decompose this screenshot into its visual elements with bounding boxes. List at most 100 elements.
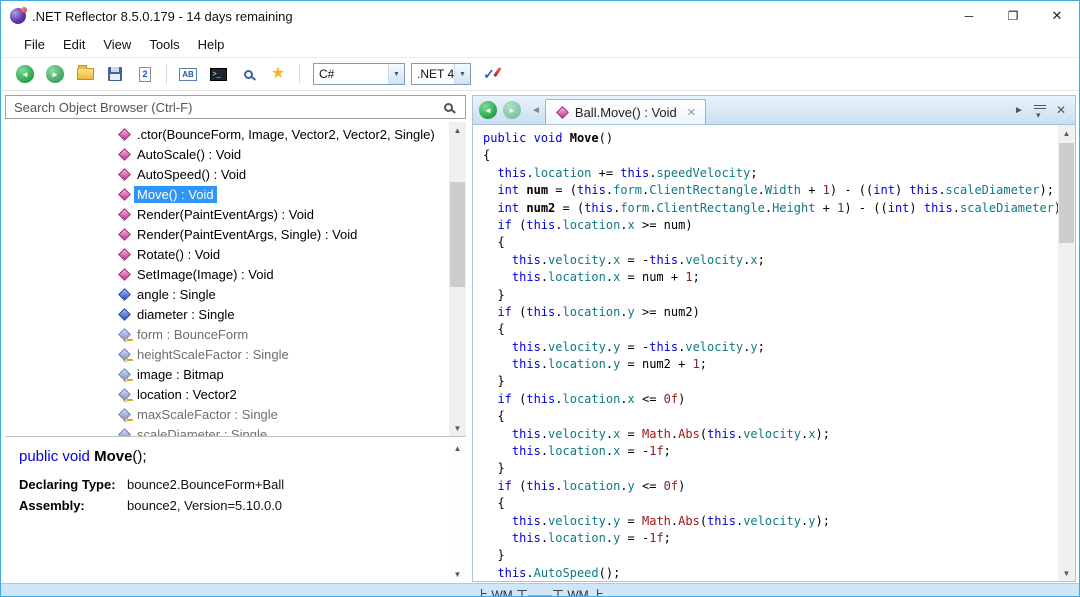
ab-icon: AB [179,68,197,81]
key-icon [127,379,133,381]
assembly-list-button[interactable]: 2 [133,62,157,86]
scroll-tabs-right-icon[interactable]: ► [1014,105,1024,116]
code-line: { [483,321,1057,338]
menu-file[interactable]: File [15,34,54,55]
open-button[interactable] [73,62,97,86]
code-line: this.velocity.y = Math.Abs(this.velocity… [483,513,1057,530]
tree-item[interactable]: angle : Single [5,284,449,304]
scroll-up-icon[interactable]: ▲ [449,122,466,138]
method-icon [117,167,131,181]
code-scrollbar[interactable]: ▲ ▼ [1058,125,1075,581]
search-button[interactable] [236,62,260,86]
menu-help[interactable]: Help [189,34,234,55]
menu-tools[interactable]: Tools [140,34,188,55]
search-input[interactable] [6,100,444,115]
framework-combo[interactable]: .NET 4.5 ▼ [411,63,471,85]
scroll-tabs-left-icon[interactable]: ◄ [531,105,541,116]
code-line: if (this.location.y <= 0f) [483,478,1057,495]
tree-item[interactable]: form : BounceForm [5,324,449,344]
tree-item-label: diameter : Single [134,306,238,323]
save-button[interactable] [103,62,127,86]
disassembler-button[interactable]: AB [176,62,200,86]
code-line: } [483,460,1057,477]
field-icon [117,287,131,301]
tree-item-label: form : BounceForm [134,326,251,343]
minimize-button[interactable]: ─ [947,1,991,31]
console-icon: >_ [210,68,227,81]
menu-view[interactable]: View [94,34,140,55]
field-icon [117,307,131,321]
scrollbar-thumb[interactable] [1059,143,1074,243]
method-icon [117,147,131,161]
tree-item-label: AutoScale() : Void [134,146,244,163]
member-details-panel: public void Move(); Declaring Type:bounc… [5,440,466,582]
code-line: this.velocity.x = Math.Abs(this.velocity… [483,426,1057,443]
favorites-button[interactable]: ★ [266,62,290,86]
scroll-down-icon[interactable]: ▼ [449,420,466,436]
edit-check-button[interactable]: ✓ [477,62,501,86]
maximize-button[interactable]: ❐ [991,1,1035,31]
history-back-icon[interactable]: ◄ [479,101,497,119]
check-icon: ✓ [483,66,495,83]
method-icon [555,105,569,119]
tab-strip-controls: ► ✕ [1014,103,1075,117]
tree-item[interactable]: Move() : Void [5,184,449,204]
code-line: this.AutoSpeed(); [483,565,1057,582]
detail-label: Assembly: [19,498,127,513]
tree-item[interactable]: location : Vector2 [5,384,449,404]
tab-close-icon[interactable]: ✕ [687,106,696,119]
key-icon [127,399,133,401]
member-signature: public void Move(); [19,448,452,465]
details-scrollbar[interactable]: ▲ ▼ [449,440,466,582]
back-button[interactable]: ◄ [13,62,37,86]
tree-item[interactable]: Render(PaintEventArgs, Single) : Void [5,224,449,244]
method-icon [117,127,131,141]
tree-item[interactable]: image : Bitmap [5,364,449,384]
tree-item[interactable]: AutoSpeed() : Void [5,164,449,184]
scroll-down-icon[interactable]: ▼ [1058,565,1075,581]
menu-edit[interactable]: Edit [54,34,94,55]
tree-item[interactable]: SetImage(Image) : Void [5,264,449,284]
tree-item[interactable]: Render(PaintEventArgs) : Void [5,204,449,224]
language-combo[interactable]: C# ▼ [313,63,405,85]
assembly-list-icon: 2 [139,67,151,82]
tab-ball-move[interactable]: Ball.Move() : Void ✕ [545,99,706,124]
forward-button[interactable]: ► [43,62,67,86]
tree-item[interactable]: heightScaleFactor : Single [5,344,449,364]
tab-list-icon[interactable] [1034,105,1046,115]
tab-strip: ◄ ► ◄ Ball.Move() : Void ✕ ► ✕ [472,95,1076,124]
scroll-down-icon[interactable]: ▼ [449,566,466,582]
code-line: } [483,287,1057,304]
method-icon [117,267,131,281]
close-button[interactable]: ✕ [1035,1,1079,31]
console-button[interactable]: >_ [206,62,230,86]
tree-item[interactable]: scaleDiameter : Single [5,424,449,437]
status-text: 上 WM 工——工 WM 上 [476,588,604,596]
detail-value: bounce2, Version=5.10.0.0 [127,498,282,513]
method-icon [117,227,131,241]
chevron-down-icon: ▼ [388,64,404,84]
tree-item[interactable]: maxScaleFactor : Single [5,404,449,424]
tree-scrollbar[interactable]: ▲ ▼ [449,122,466,436]
scrollbar-thumb[interactable] [450,182,465,287]
tree-item[interactable]: .ctor(BounceForm, Image, Vector2, Vector… [5,124,449,144]
detail-row: Declaring Type:bounce2.BounceForm+Ball [19,477,452,492]
tree-item-label: Rotate() : Void [134,246,223,263]
scroll-up-icon[interactable]: ▲ [1058,125,1075,141]
code-pane: ◄ ► ◄ Ball.Move() : Void ✕ ► ✕ public vo… [472,95,1076,582]
tree-item-label: SetImage(Image) : Void [134,266,277,283]
key-icon [127,419,133,421]
detail-label: Declaring Type: [19,477,127,492]
close-tab-button[interactable]: ✕ [1056,103,1066,117]
tree-item[interactable]: diameter : Single [5,304,449,324]
code-container: public void Move(){ this.location += thi… [472,124,1076,582]
scroll-up-icon[interactable]: ▲ [449,440,466,456]
private-field-icon [117,347,131,361]
code-line: { [483,147,1057,164]
menu-bar: FileEditViewToolsHelp [1,31,1079,57]
history-forward-icon[interactable]: ► [503,101,521,119]
tree-item[interactable]: Rotate() : Void [5,244,449,264]
open-folder-icon [77,68,94,80]
tree-item[interactable]: AutoScale() : Void [5,144,449,164]
save-icon [108,67,122,81]
